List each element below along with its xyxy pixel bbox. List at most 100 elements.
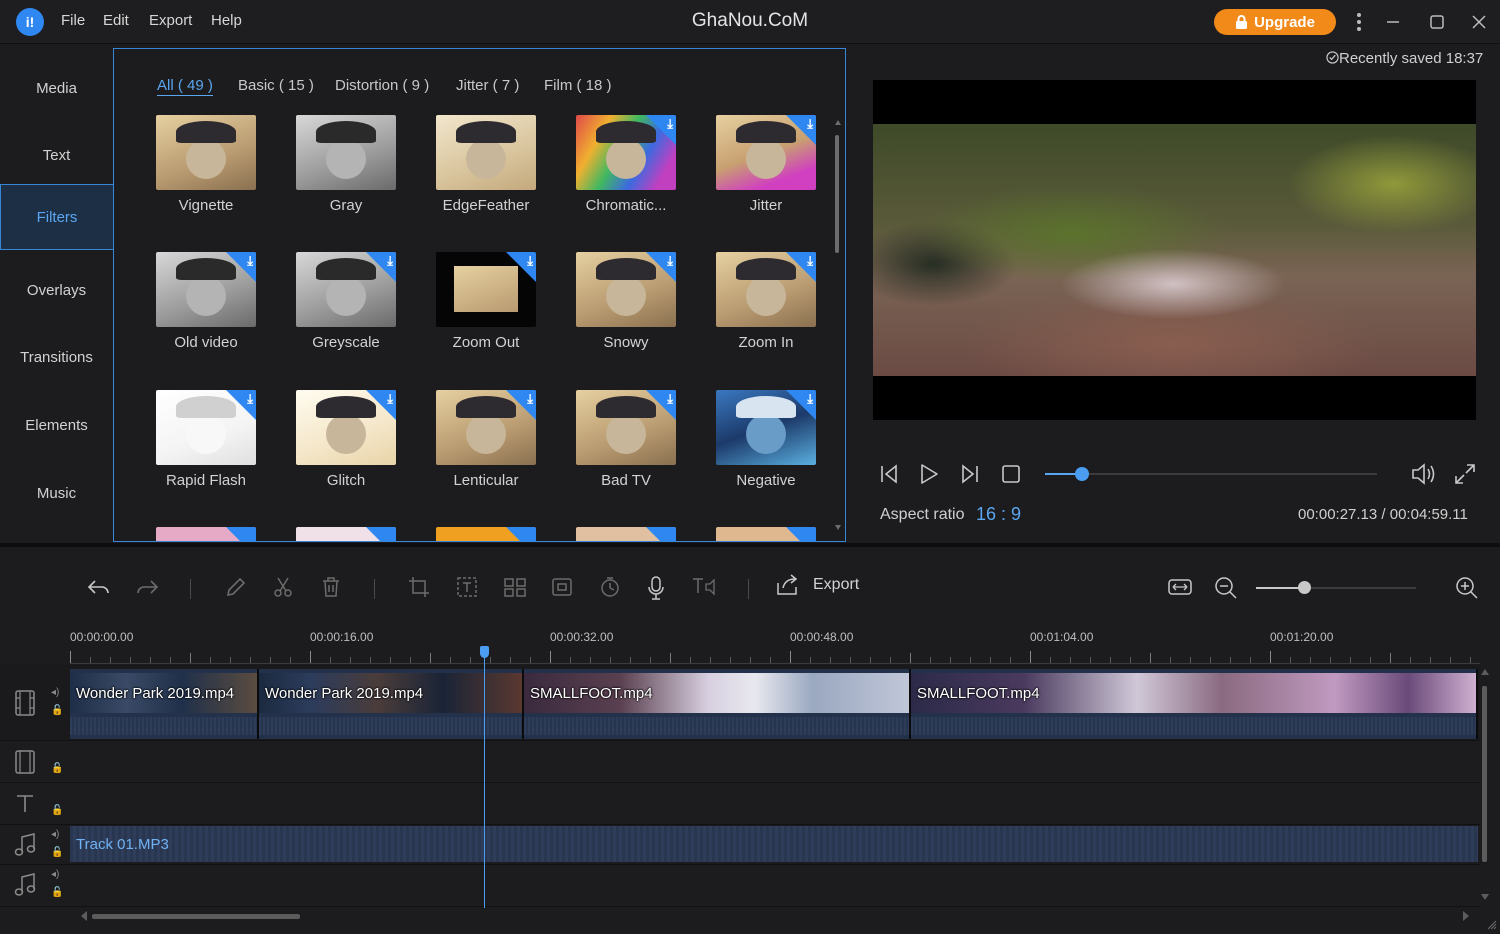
- next-frame-icon[interactable]: [957, 462, 981, 492]
- filter-thumbnail[interactable]: ⤓: [576, 390, 676, 465]
- video-clip[interactable]: SMALLFOOT.mp4: [911, 669, 1478, 739]
- download-badge[interactable]: [786, 527, 816, 541]
- timeline-horizontal-scrollbar[interactable]: [92, 914, 300, 919]
- download-icon[interactable]: ⤓: [527, 253, 533, 269]
- download-icon[interactable]: ⤓: [387, 253, 393, 269]
- filter-thumbnail[interactable]: ⤓: [296, 252, 396, 327]
- nav-media[interactable]: Media: [0, 55, 113, 121]
- volume-icon[interactable]: [1410, 461, 1438, 493]
- zoom-in-icon[interactable]: [1453, 575, 1481, 607]
- download-icon[interactable]: ⤓: [527, 391, 533, 407]
- download-icon[interactable]: ⤓: [807, 253, 813, 269]
- upgrade-button[interactable]: Upgrade: [1214, 9, 1336, 35]
- download-badge[interactable]: [226, 527, 256, 541]
- playback-progress-track[interactable]: [1045, 473, 1377, 475]
- freeze-frame-icon[interactable]: [548, 575, 576, 605]
- download-icon[interactable]: ⤓: [387, 391, 393, 407]
- tab-distortion[interactable]: Distortion ( 9 ): [335, 77, 429, 94]
- track-lock-icon[interactable]: 🔓: [51, 887, 63, 898]
- download-icon[interactable]: ⤓: [247, 253, 253, 269]
- resize-grip-icon[interactable]: [1487, 920, 1497, 930]
- text-to-speech-icon[interactable]: [690, 575, 718, 605]
- zoom-out-icon[interactable]: [1212, 575, 1240, 607]
- download-icon[interactable]: ⤓: [667, 253, 673, 269]
- download-badge[interactable]: [506, 527, 536, 541]
- scroll-up-arrow-icon[interactable]: [1481, 668, 1489, 676]
- tab-all[interactable]: All ( 49 ): [157, 77, 213, 96]
- nav-filters[interactable]: Filters: [0, 184, 113, 250]
- stop-icon[interactable]: [999, 462, 1023, 492]
- filter-thumbnail[interactable]: [296, 527, 396, 541]
- download-icon[interactable]: ⤓: [807, 116, 813, 132]
- microphone-icon[interactable]: [642, 575, 670, 607]
- filter-thumbnail[interactable]: [156, 527, 256, 541]
- scroll-right-arrow-icon[interactable]: [1462, 911, 1470, 921]
- track-mute-icon[interactable]: ◂): [51, 687, 59, 698]
- download-badge[interactable]: [646, 527, 676, 541]
- scroll-down-arrow-icon[interactable]: [1481, 893, 1489, 901]
- download-badge[interactable]: [366, 527, 396, 541]
- tab-basic[interactable]: Basic ( 15 ): [238, 77, 314, 94]
- redo-icon[interactable]: [133, 575, 161, 605]
- track-mute-icon[interactable]: ◂): [51, 829, 59, 840]
- playback-progress-knob[interactable]: [1074, 467, 1089, 481]
- download-icon[interactable]: ⤓: [247, 391, 253, 407]
- prev-frame-icon[interactable]: [878, 462, 902, 492]
- more-icon[interactable]: [1347, 10, 1371, 34]
- filter-thumbnail[interactable]: ⤓: [436, 390, 536, 465]
- filter-thumbnail[interactable]: ⤓: [436, 252, 536, 327]
- track-mute-icon[interactable]: ◂): [51, 869, 59, 880]
- filter-scroll-thumb[interactable]: [835, 135, 839, 253]
- scissors-icon[interactable]: [269, 575, 297, 605]
- nav-elements[interactable]: Elements: [0, 392, 113, 458]
- filter-thumbnail[interactable]: [296, 115, 396, 190]
- track-lock-icon[interactable]: 🔓: [51, 763, 63, 774]
- tab-jitter[interactable]: Jitter ( 7 ): [456, 77, 519, 94]
- undo-icon[interactable]: [85, 575, 113, 605]
- video-preview[interactable]: [873, 80, 1476, 420]
- filter-thumbnail[interactable]: ⤓: [716, 252, 816, 327]
- filter-thumbnail[interactable]: [576, 527, 676, 541]
- tab-film[interactable]: Film ( 18 ): [544, 77, 612, 94]
- fit-timeline-icon[interactable]: [1166, 575, 1194, 605]
- speed-icon[interactable]: [596, 575, 624, 605]
- filter-thumbnail[interactable]: ⤓: [156, 252, 256, 327]
- crop-icon[interactable]: [405, 575, 433, 605]
- audio-clip[interactable]: Track 01.MP3: [70, 826, 1478, 862]
- delete-icon[interactable]: [317, 575, 345, 605]
- filter-thumbnail[interactable]: ⤓: [576, 115, 676, 190]
- filter-thumbnail[interactable]: ⤓: [716, 115, 816, 190]
- filter-thumbnail[interactable]: ⤓: [576, 252, 676, 327]
- track-lock-icon[interactable]: 🔓: [51, 705, 63, 716]
- nav-overlays[interactable]: Overlays: [0, 257, 113, 323]
- filter-thumbnail[interactable]: [436, 527, 536, 541]
- track-lock-icon[interactable]: 🔓: [51, 847, 63, 858]
- menu-edit[interactable]: Edit: [103, 12, 129, 29]
- maximize-icon[interactable]: [1425, 10, 1449, 34]
- menu-export[interactable]: Export: [149, 12, 192, 29]
- download-icon[interactable]: ⤓: [667, 391, 673, 407]
- export-button[interactable]: Export: [775, 573, 859, 597]
- video-clip[interactable]: SMALLFOOT.mp4: [524, 669, 911, 739]
- nav-transitions[interactable]: Transitions: [0, 324, 113, 390]
- filter-thumbnail[interactable]: [156, 115, 256, 190]
- text-box-icon[interactable]: [453, 575, 481, 605]
- filter-thumbnail[interactable]: [716, 527, 816, 541]
- nav-text[interactable]: Text: [0, 122, 113, 188]
- nav-music[interactable]: Music: [0, 460, 113, 526]
- timeline-zoom-knob[interactable]: [1298, 581, 1311, 594]
- play-icon[interactable]: [917, 462, 941, 492]
- scroll-left-arrow-icon[interactable]: [80, 911, 88, 921]
- close-icon[interactable]: [1467, 10, 1491, 34]
- fullscreen-icon[interactable]: [1453, 462, 1477, 492]
- menu-file[interactable]: File: [61, 12, 85, 29]
- filter-thumbnail[interactable]: ⤓: [716, 390, 816, 465]
- timeline-ruler[interactable]: 00:00:00.00 00:00:16.00 00:00:32.00 00:00:4…: [70, 627, 1480, 665]
- edit-pencil-icon[interactable]: [222, 575, 250, 605]
- filter-thumbnail[interactable]: ⤓: [296, 390, 396, 465]
- minimize-icon[interactable]: [1381, 10, 1405, 34]
- mosaic-icon[interactable]: [501, 575, 529, 605]
- download-icon[interactable]: ⤓: [667, 116, 673, 132]
- menu-help[interactable]: Help: [211, 12, 242, 29]
- playhead-handle[interactable]: [480, 646, 489, 658]
